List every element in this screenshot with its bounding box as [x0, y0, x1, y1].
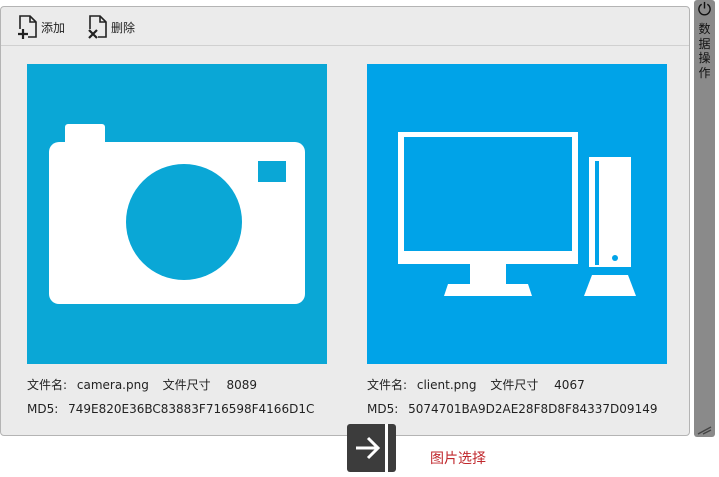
arrow-right-icon: [356, 436, 381, 460]
md5-label: MD5:: [27, 402, 59, 416]
resize-grip-icon[interactable]: [696, 425, 713, 435]
panel-toggle-button[interactable]: [347, 424, 396, 472]
add-file-icon: [18, 15, 37, 39]
file-info-line: 文件名: camera.png 文件尺寸 8089: [27, 376, 257, 393]
add-button-label: 添加: [41, 20, 66, 35]
power-icon[interactable]: [697, 1, 712, 16]
image-thumbnail[interactable]: [27, 64, 327, 364]
sidebar-label: 数据操作: [698, 22, 711, 80]
md5-line: MD5: 749E820E36BC83883F716598F4166D1C: [27, 402, 314, 416]
image-thumbnail[interactable]: [367, 64, 667, 364]
md5-value: 5074701BA9D2AE28F8D8F84337D09149: [408, 402, 658, 416]
size-value: 4067: [554, 378, 585, 392]
toolbar: 添加 删除: [1, 7, 689, 46]
size-label: 文件尺寸: [490, 378, 539, 392]
size-label: 文件尺寸: [162, 378, 211, 392]
size-value: 8089: [226, 378, 258, 392]
image-select-label[interactable]: 图片选择: [430, 448, 486, 468]
filename-value: client.png: [416, 378, 477, 392]
image-panel: 添加 删除 文件名: camera.png 文件尺寸 8089 MD5: 749…: [0, 6, 690, 436]
toggle-separator: [385, 424, 388, 472]
md5-label: MD5:: [367, 402, 399, 416]
computer-icon: [367, 64, 667, 364]
md5-line: MD5: 5074701BA9D2AE28F8D8F84337D09149: [367, 402, 657, 416]
file-info-line: 文件名: client.png 文件尺寸 4067: [367, 376, 585, 393]
filename-label: 文件名:: [27, 378, 68, 392]
delete-file-icon: [88, 15, 107, 39]
filename-label: 文件名:: [367, 378, 408, 392]
delete-button[interactable]: 删除: [87, 15, 135, 39]
add-button[interactable]: 添加: [17, 15, 65, 39]
md5-value: 749E820E36BC83883F716598F4166D1C: [68, 402, 315, 416]
data-operations-sidebar[interactable]: 数据操作: [694, 0, 715, 437]
delete-button-label: 删除: [111, 20, 136, 35]
filename-value: camera.png: [76, 378, 149, 392]
camera-icon: [27, 64, 327, 364]
